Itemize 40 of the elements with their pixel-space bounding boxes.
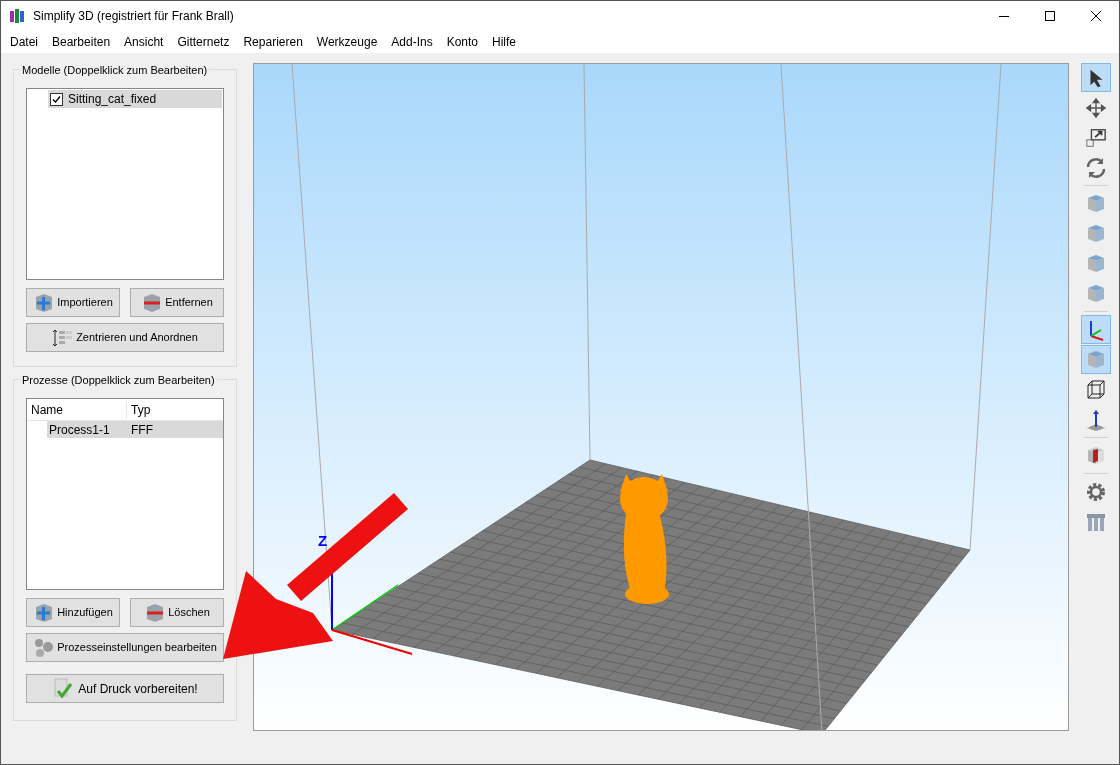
menu-item[interactable]: Bearbeiten [45, 33, 118, 51]
panel-button[interactable]: Importieren [26, 288, 120, 317]
menu-item[interactable]: Reparieren [236, 33, 310, 51]
tool-button[interactable] [1081, 315, 1111, 344]
close-icon [1091, 11, 1101, 21]
model-list-item[interactable]: Sitting_cat_fixed [48, 90, 222, 108]
rotate-icon [1084, 155, 1108, 180]
table-cell-text: FFF [130, 421, 153, 439]
panel-button[interactable]: Zentrieren und Anordnen [26, 323, 224, 352]
menu-item[interactable]: Datei [3, 33, 45, 51]
minimize-icon [999, 15, 1009, 17]
app-logo-icon [9, 8, 25, 24]
panel-button[interactable]: Entfernen [130, 288, 224, 317]
scale-icon [1085, 126, 1107, 149]
column-header[interactable]: Typ [127, 400, 151, 419]
checkmark-icon [52, 94, 61, 104]
column-header[interactable]: Name [27, 400, 127, 419]
menu-item[interactable]: Add-Ins [384, 33, 440, 51]
maximize-icon [1045, 11, 1055, 21]
tool-button[interactable] [1081, 63, 1111, 92]
process-row[interactable]: Process1-1 FFF [47, 421, 223, 438]
model-name: Sitting_cat_fixed [68, 91, 157, 108]
menu-item[interactable]: Ansicht [117, 33, 171, 51]
z-axis-label: Z [318, 531, 328, 551]
prepare-print-button[interactable]: Auf Druck vorbereiten! [26, 674, 224, 703]
3d-viewport[interactable]: Z [253, 63, 1069, 731]
wireframe-cube-icon [1084, 377, 1108, 402]
window-title: Simplify 3D (registriert für Frank Brall) [33, 8, 234, 25]
checkbox[interactable] [50, 92, 63, 106]
menu-item[interactable]: Hilfe [485, 33, 524, 51]
move-arrows-icon [1085, 96, 1107, 119]
panel-button[interactable]: Prozesseinstellungen bearbeiten [26, 633, 224, 662]
menu-item[interactable]: Konto [439, 33, 486, 51]
menu-item[interactable]: Werkzeuge [309, 33, 385, 51]
panel-button[interactable]: Löschen [130, 598, 224, 627]
panel-button[interactable]: Hinzufügen [26, 598, 120, 627]
menu-item[interactable]: Gitternetz [170, 33, 237, 51]
table-cell-text: Process1-1 [48, 421, 111, 439]
document-check-icon [52, 677, 75, 700]
arrange-icon [52, 328, 75, 347]
